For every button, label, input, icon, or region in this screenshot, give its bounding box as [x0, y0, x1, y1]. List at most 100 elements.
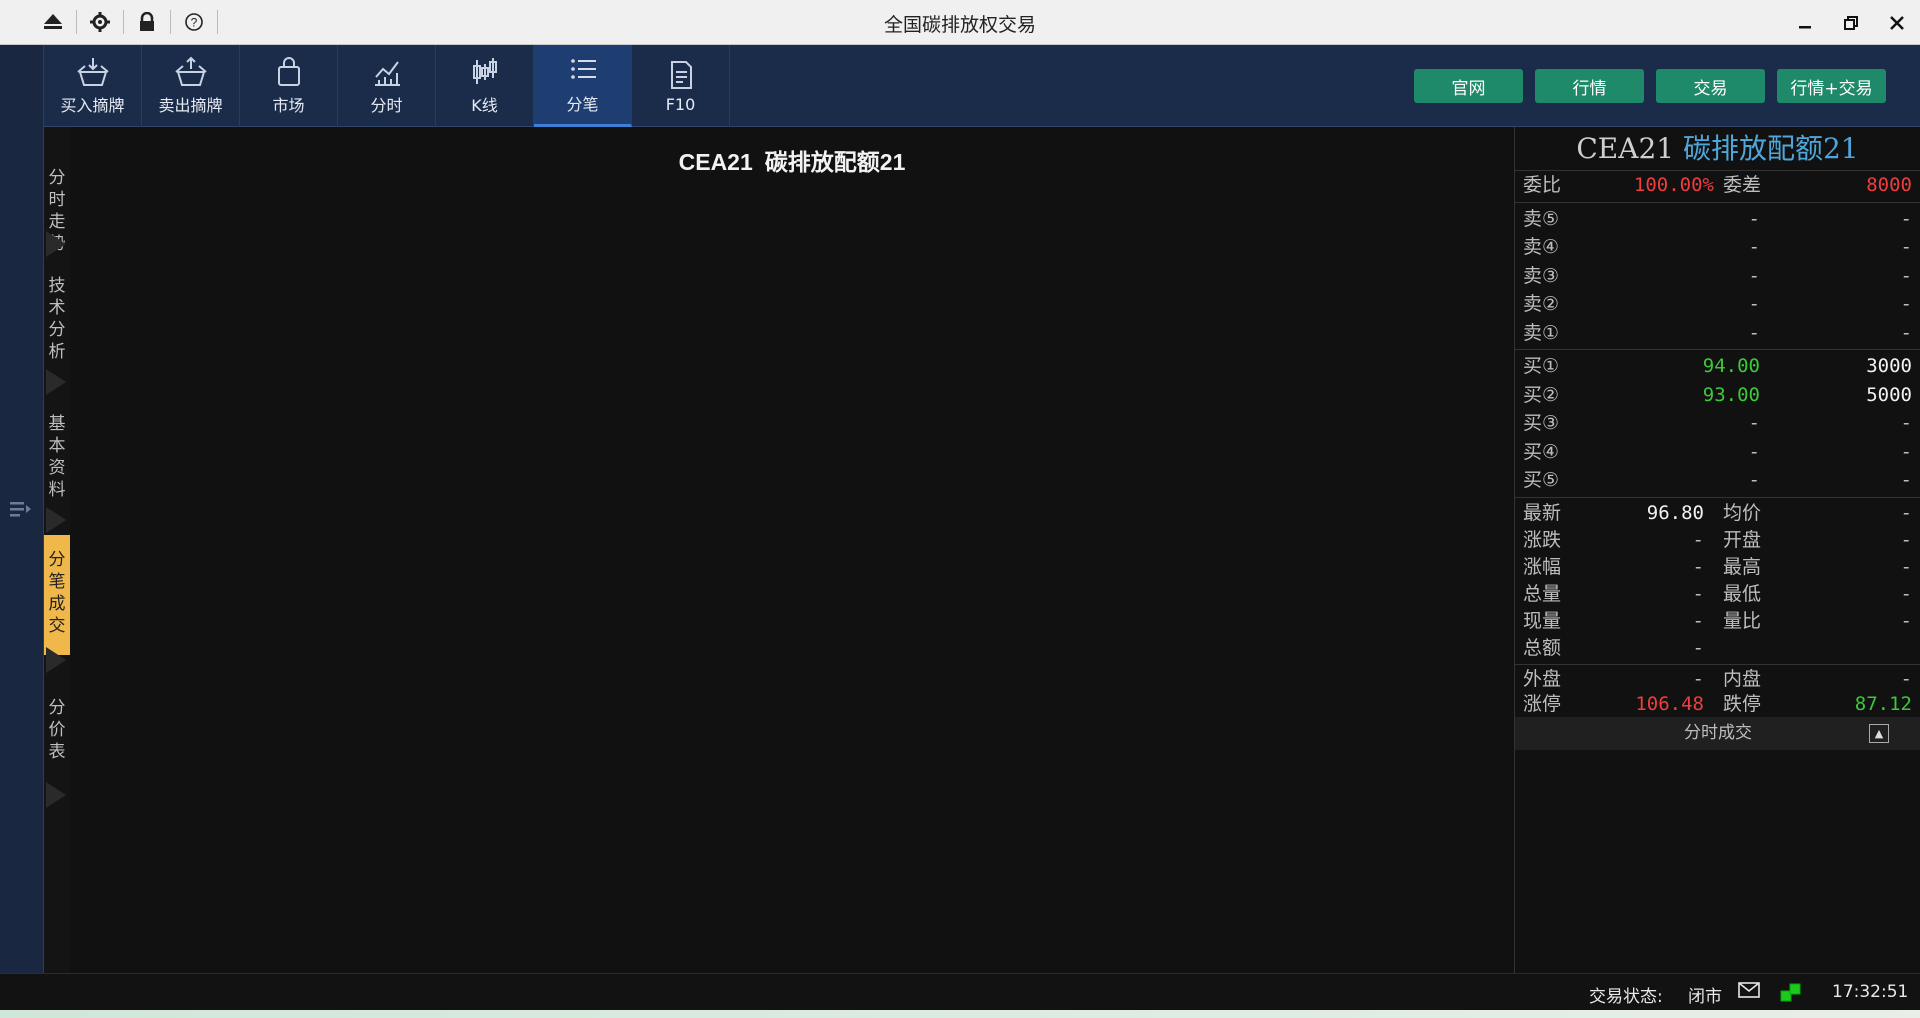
- stat-value: -: [1900, 528, 1912, 551]
- tool-label: F10: [665, 94, 696, 114]
- ask-label: 卖⑤: [1523, 207, 1560, 230]
- divider: [1515, 496, 1920, 498]
- stat-value: -: [1900, 501, 1912, 524]
- trade-status-value: 闭市: [1688, 987, 1722, 1007]
- ask-price: -: [1748, 264, 1760, 287]
- tool-f10-button[interactable]: F10: [632, 45, 730, 127]
- tool-kline-button[interactable]: K线: [436, 45, 534, 127]
- ask-qty: -: [1900, 236, 1912, 258]
- quote-name: 碳排放配额21: [1682, 132, 1859, 165]
- bid-label: 买①: [1523, 355, 1560, 377]
- bid-row[interactable]: 买① 94.00 3000: [1515, 352, 1920, 381]
- bid-label: 买⑤: [1523, 469, 1560, 491]
- quotes-button[interactable]: 行情: [1535, 69, 1644, 103]
- tool-ticks-button[interactable]: 分笔: [534, 45, 632, 127]
- window-title: 全国碳排放权交易: [883, 14, 1036, 36]
- tab-tick-trades[interactable]: 分笔成交: [44, 535, 70, 655]
- outer-label: 外盘: [1523, 667, 1562, 690]
- tab-technical-analysis[interactable]: 技术分析: [44, 275, 70, 363]
- svg-text:?: ?: [191, 16, 198, 30]
- main-toolbar: 买入摘牌 卖出摘牌 市场 分时 K线 分笔 F10 官网 行情 交易 行情+交易: [44, 45, 1920, 127]
- trade-button[interactable]: 交易: [1656, 69, 1765, 103]
- stat-label: 涨跌: [1523, 528, 1562, 551]
- stat-label: 涨幅: [1523, 555, 1562, 578]
- tool-sell-delist-button[interactable]: 卖出摘牌: [142, 45, 240, 127]
- restore-icon[interactable]: [1828, 0, 1874, 45]
- tab-price-table[interactable]: 分价表: [44, 697, 70, 763]
- security-heading: CEA21 碳排放配额21: [70, 143, 1514, 177]
- help-icon[interactable]: ?: [179, 8, 209, 36]
- ratio-row: 委比 100.00% 委差 8000: [1515, 171, 1920, 200]
- ask-label: 卖④: [1523, 236, 1560, 258]
- stat-value: 96.80: [1646, 501, 1704, 524]
- taskbar-edge: [0, 1010, 1920, 1018]
- divider: [76, 10, 77, 34]
- quotes-trade-button[interactable]: 行情+交易: [1777, 69, 1886, 103]
- ask-qty: -: [1900, 321, 1912, 344]
- stat-label: 开盘: [1723, 528, 1762, 551]
- lock-icon[interactable]: [132, 8, 162, 36]
- stat-value: -: [1900, 609, 1912, 632]
- quote-code: CEA21: [1576, 132, 1675, 165]
- ask-row[interactable]: 卖③ - -: [1515, 262, 1920, 291]
- tool-buy-delist-button[interactable]: 买入摘牌: [44, 45, 142, 127]
- eject-icon[interactable]: [38, 8, 68, 36]
- bid-price: 93.00: [1702, 383, 1760, 406]
- outer-value: -: [1692, 667, 1704, 690]
- tab-label: 分笔成交: [48, 550, 66, 636]
- tab-separator: [46, 369, 66, 395]
- stat-label: 总量: [1523, 582, 1562, 605]
- expand-up-icon[interactable]: ▲: [1869, 724, 1889, 743]
- ask-row[interactable]: 卖① - -: [1515, 319, 1920, 348]
- window-controls: [1782, 0, 1920, 45]
- vertical-tabs: 分时走势 技术分析 基本资料 分笔成交 分价表: [44, 127, 70, 973]
- stat-label: 最新: [1523, 501, 1562, 524]
- tab-label: 基本资料: [48, 414, 66, 500]
- left-sidebar: [0, 45, 44, 973]
- tool-label: K线: [471, 96, 498, 115]
- tool-market-button[interactable]: 市场: [240, 45, 338, 127]
- divider: [1515, 663, 1920, 665]
- ask-label: 卖②: [1523, 293, 1560, 315]
- outer-inner-row: 外盘 - 内盘 -: [1515, 667, 1920, 692]
- official-site-button[interactable]: 官网: [1414, 69, 1523, 103]
- ask-row[interactable]: 卖② - -: [1515, 290, 1920, 319]
- bid-row[interactable]: 买② 93.00 5000: [1515, 381, 1920, 410]
- tool-label: 卖出摘牌: [158, 96, 223, 115]
- minimize-icon[interactable]: [1782, 0, 1828, 45]
- stats-block: 最新 96.80 均价 - 涨跌 - 开盘 - 涨幅 - 最高 - 总量 - 最低 - 现量 - 量比 - 总…: [1515, 500, 1920, 662]
- ask-row[interactable]: 卖⑤ - -: [1515, 205, 1920, 234]
- stat-label: 量比: [1723, 609, 1762, 632]
- stat-value: -: [1692, 636, 1704, 659]
- tool-timeshare-button[interactable]: 分时: [338, 45, 436, 127]
- ask-row[interactable]: 卖④ - -: [1515, 233, 1920, 262]
- tab-basic-info[interactable]: 基本资料: [44, 413, 70, 501]
- mail-icon[interactable]: [1738, 982, 1760, 1003]
- bid-price: 94.00: [1702, 355, 1760, 377]
- stat-label: 总额: [1523, 636, 1562, 659]
- bid-row[interactable]: 买⑤ - -: [1515, 466, 1920, 495]
- bid-qty: 3000: [1866, 355, 1912, 377]
- bid-price: -: [1748, 412, 1760, 434]
- bid-row[interactable]: 买④ - -: [1515, 438, 1920, 467]
- bid-qty: -: [1900, 412, 1912, 434]
- timeshare-trades-header[interactable]: 分时成交 ▲: [1515, 717, 1920, 750]
- bid-qty: 5000: [1866, 383, 1912, 406]
- bid-row[interactable]: 买③ - -: [1515, 409, 1920, 438]
- stats-row: 总额 -: [1515, 635, 1920, 662]
- stat-label: 最高: [1723, 555, 1762, 578]
- bid-qty: -: [1900, 440, 1912, 463]
- bid-label: 买④: [1523, 440, 1560, 463]
- diff-value: 8000: [1866, 174, 1912, 196]
- close-icon[interactable]: [1874, 0, 1920, 45]
- sidebar-toggle-icon[interactable]: [10, 500, 32, 523]
- ask-qty: -: [1900, 207, 1912, 230]
- stat-label: 现量: [1523, 609, 1562, 632]
- ask-price: -: [1748, 293, 1760, 315]
- limit-down-value: 87.12: [1854, 692, 1912, 715]
- divider: [217, 10, 218, 34]
- ask-price: -: [1748, 321, 1760, 344]
- status-bar: 交易状态: 闭市 17:32:51: [0, 973, 1920, 1010]
- list-icon: [570, 58, 596, 79]
- gear-icon[interactable]: [85, 8, 115, 36]
